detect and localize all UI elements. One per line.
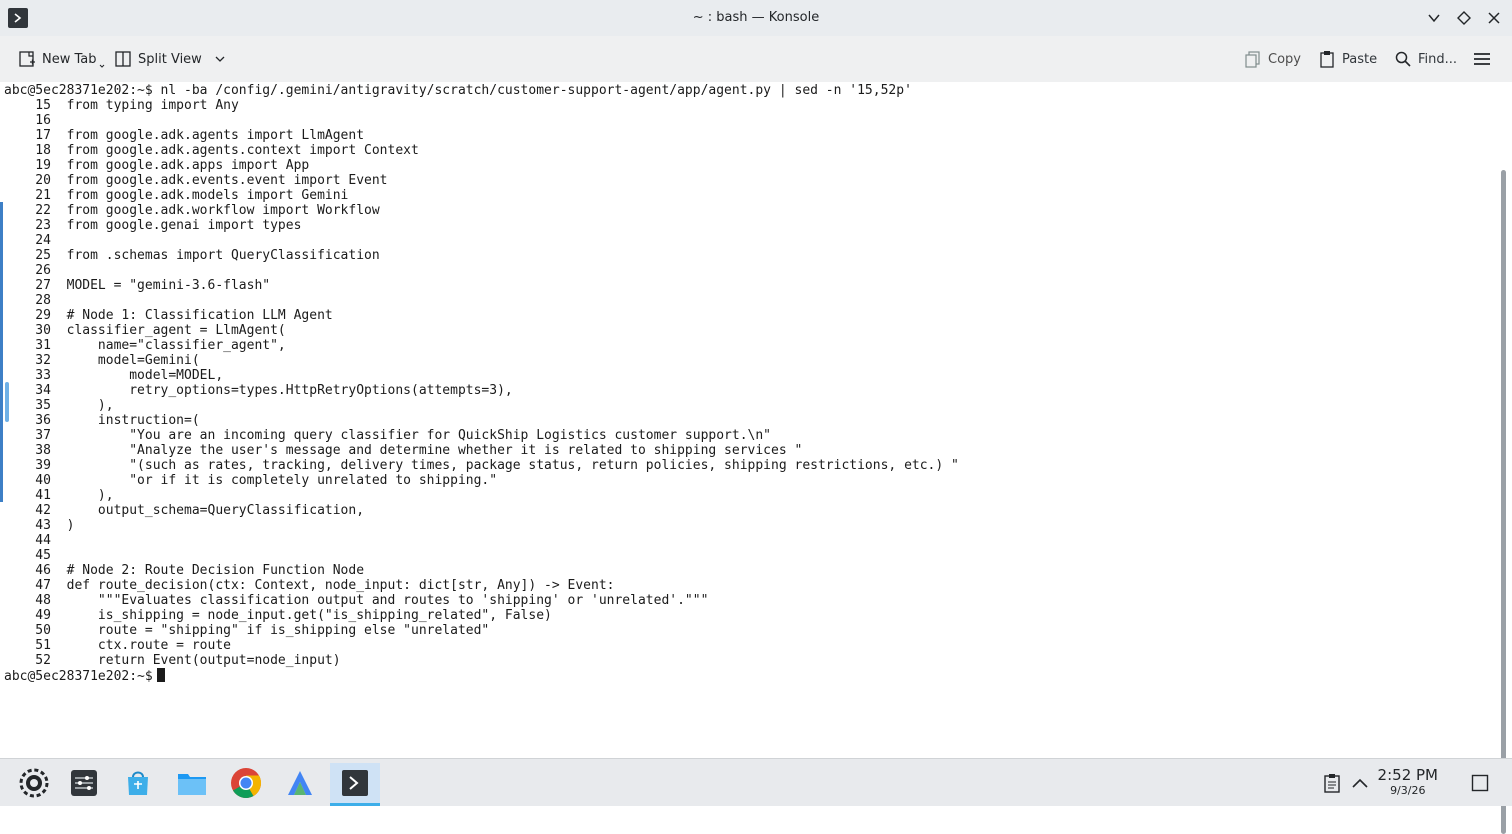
terminal-line: 36 instruction=(: [4, 413, 200, 428]
paste-icon: [1320, 51, 1334, 68]
paste-label: Paste: [1342, 51, 1378, 67]
terminal-line: 52 return Event(output=node_input): [4, 653, 341, 668]
split-view-icon: [115, 51, 131, 67]
terminal-line: 16: [4, 113, 67, 128]
taskbar: 2:52 PM 9/3/26: [0, 758, 1512, 806]
terminal-line: 27 MODEL = "gemini-3.6-flash": [4, 278, 271, 293]
terminal-scrollbar[interactable]: [1501, 170, 1506, 834]
terminal-line: 20 from google.adk.events.event import E…: [4, 173, 388, 188]
terminal-prompt: abc@5ec28371e202:~$: [4, 669, 153, 684]
new-tab-icon: [19, 51, 35, 67]
terminal-line: 43 ): [4, 518, 75, 533]
clock-date: 9/3/26: [1390, 784, 1426, 797]
split-view-button[interactable]: Split View: [110, 45, 230, 73]
copy-button[interactable]: Copy: [1240, 45, 1305, 73]
minimize-button[interactable]: [1422, 6, 1446, 30]
terminal-line: 34 retry_options=types.HttpRetryOptions(…: [4, 383, 513, 398]
show-desktop-icon[interactable]: [1462, 763, 1498, 803]
title-bar[interactable]: ~ : bash — Konsole: [0, 0, 1512, 36]
terminal-line: 25 from .schemas import QueryClassificat…: [4, 248, 380, 263]
terminal-line: 19 from google.adk.apps import App: [4, 158, 310, 173]
terminal-line: 47 def route_decision(ctx: Context, node…: [4, 578, 615, 593]
terminal-line: 48 """Evaluates classification output an…: [4, 593, 709, 608]
terminal-line: 18 from google.adk.agents.context import…: [4, 143, 419, 158]
terminal-line: 21 from google.adk.models import Gemini: [4, 188, 349, 203]
terminal-line: 17 from google.adk.agents import LlmAgen…: [4, 128, 365, 143]
find-label: Find...: [1418, 51, 1458, 67]
terminal-cursor: [156, 668, 165, 682]
file-manager-icon[interactable]: [172, 763, 212, 803]
split-view-label: Split View: [138, 51, 202, 67]
system-tray-expand-icon[interactable]: [1342, 763, 1378, 803]
copy-label: Copy: [1268, 51, 1301, 67]
clock-time: 2:52 PM: [1377, 766, 1438, 784]
terminal-line: 50 route = "shipping" if is_shipping els…: [4, 623, 490, 638]
terminal-line: 45: [4, 548, 67, 563]
terminal-line: 23 from google.genai import types: [4, 218, 302, 233]
terminal-prompt-line[interactable]: abc@5ec28371e202:~$: [4, 668, 959, 684]
terminal-line: 33 model=MODEL,: [4, 368, 224, 383]
konsole-toolbar: New Tab Split View Copy Paste Find...: [0, 36, 1512, 83]
new-tab-button[interactable]: New Tab: [14, 45, 109, 73]
terminal-line: 44: [4, 533, 67, 548]
maximize-button[interactable]: [1452, 6, 1476, 30]
terminal-line: 37 "You are an incoming query classifier…: [4, 428, 772, 443]
application-launcher-icon[interactable]: [14, 763, 54, 803]
terminal-line: 39 "(such as rates, tracking, delivery t…: [4, 458, 959, 473]
terminal-line: 24: [4, 233, 67, 248]
new-tab-label: New Tab: [42, 51, 97, 67]
search-icon: [1395, 51, 1411, 67]
terminal-line: 49 is_shipping = node_input.get("is_ship…: [4, 608, 552, 623]
terminal-line: 35 ),: [4, 398, 114, 413]
hamburger-menu-icon: [1474, 53, 1490, 65]
terminal-line: 28: [4, 293, 67, 308]
konsole-terminal-icon[interactable]: [330, 763, 380, 806]
terminal-line: 26: [4, 263, 67, 278]
chevron-down-icon: [1428, 14, 1440, 23]
terminal-line: 29 # Node 1: Classification LLM Agent: [4, 308, 333, 323]
terminal-line: abc@5ec28371e202:~$ nl -ba /config/.gemi…: [4, 83, 912, 98]
terminal-line: 40 "or if it is completely unrelated to …: [4, 473, 498, 488]
discover-store-icon[interactable]: [118, 763, 158, 803]
close-button[interactable]: [1482, 6, 1506, 30]
close-icon: [1488, 12, 1500, 24]
diamond-icon: [1457, 11, 1471, 25]
terminal-line: 42 output_schema=QueryClassification,: [4, 503, 365, 518]
find-button[interactable]: Find...: [1390, 45, 1461, 73]
system-settings-icon[interactable]: [64, 763, 104, 803]
hamburger-menu-button[interactable]: [1468, 45, 1496, 73]
paste-button[interactable]: Paste: [1314, 45, 1381, 73]
terminal-output: abc@5ec28371e202:~$ nl -ba /config/.gemi…: [4, 83, 959, 684]
terminal-line: 41 ),: [4, 488, 114, 503]
terminal-line: 15 from typing import Any: [4, 98, 239, 113]
terminal-line: 46 # Node 2: Route Decision Function Nod…: [4, 563, 365, 578]
chrome-browser-icon[interactable]: [226, 763, 266, 803]
scroll-indicator: [0, 202, 3, 502]
terminal-line: 38 "Analyze the user's message and deter…: [4, 443, 803, 458]
terminal-line: 51 ctx.route = route: [4, 638, 231, 653]
copy-icon: [1245, 51, 1260, 68]
terminal-line: 30 classifier_agent = LlmAgent(: [4, 323, 286, 338]
digital-clock[interactable]: 2:52 PM 9/3/26: [1378, 766, 1438, 798]
terminal-line: 32 model=Gemini(: [4, 353, 200, 368]
chevron-down-icon: [215, 56, 225, 62]
terminal-line: 22 from google.adk.workflow import Workf…: [4, 203, 380, 218]
chevron-down-icon: [99, 64, 104, 68]
terminal-line: 31 name="classifier_agent",: [4, 338, 286, 353]
window-title: ~ : bash — Konsole: [692, 10, 820, 25]
antigravity-app-icon[interactable]: [280, 763, 320, 803]
terminal-view[interactable]: abc@5ec28371e202:~$ nl -ba /config/.gemi…: [0, 82, 1512, 834]
